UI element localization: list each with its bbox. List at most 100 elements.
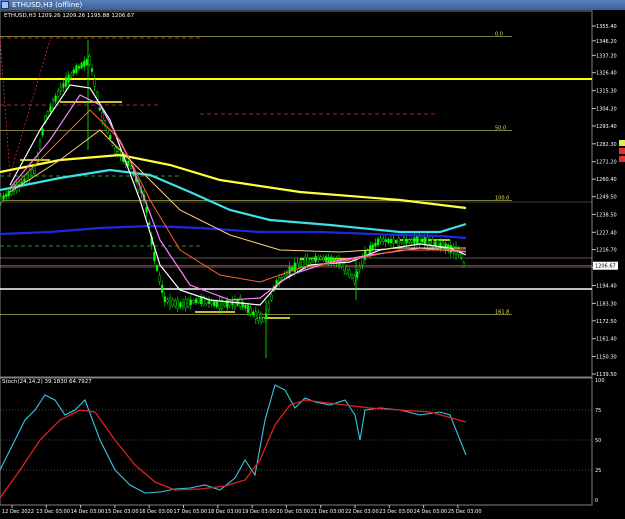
price-axis-label: 1161.40 bbox=[596, 337, 617, 343]
candle bbox=[46, 111, 49, 118]
candle bbox=[246, 305, 250, 313]
candle bbox=[49, 106, 52, 112]
candle bbox=[358, 266, 361, 270]
candle bbox=[210, 301, 213, 305]
candle bbox=[397, 237, 400, 247]
fib-level-label: 161.8 bbox=[495, 309, 509, 315]
candle bbox=[410, 239, 413, 243]
candle bbox=[54, 95, 57, 102]
candle bbox=[179, 302, 182, 308]
candle bbox=[197, 297, 200, 303]
candle bbox=[382, 238, 385, 242]
time-axis-label: 23 Dec 03:00 bbox=[379, 509, 413, 515]
candle bbox=[36, 156, 39, 160]
candle bbox=[215, 301, 218, 308]
indicator-panel-header: Stoch(24,14,2) 39.1830 64.7927 bbox=[2, 379, 92, 385]
candle bbox=[23, 178, 26, 183]
candle bbox=[306, 257, 309, 265]
chart-canvas[interactable]: 0.0 50.0 100.0 161.8 1355.40 1346.20 1337.20 1… bbox=[0, 0, 625, 519]
stoch-axis-label: 100 bbox=[595, 378, 605, 384]
candle bbox=[389, 239, 393, 244]
price-axis-label: 1337.20 bbox=[596, 53, 617, 59]
time-axis-label: 16 Dec 03:00 bbox=[139, 509, 173, 515]
candle bbox=[343, 263, 346, 271]
price-axis-label: 1346.20 bbox=[596, 39, 617, 45]
candle bbox=[163, 296, 166, 302]
candle bbox=[75, 65, 78, 73]
time-axis-label: 20 Dec 03:00 bbox=[276, 509, 310, 515]
candle bbox=[387, 238, 390, 243]
candle bbox=[374, 242, 377, 247]
candle bbox=[402, 236, 406, 247]
candle bbox=[83, 61, 86, 67]
candle bbox=[345, 266, 348, 274]
candle bbox=[168, 296, 172, 307]
candle bbox=[7, 190, 10, 197]
candle bbox=[259, 313, 263, 323]
price-axis-label: 1194.40 bbox=[596, 284, 617, 290]
candle bbox=[348, 269, 351, 278]
candle bbox=[85, 59, 88, 65]
candle bbox=[158, 275, 161, 282]
candle bbox=[57, 90, 60, 97]
candle bbox=[462, 262, 465, 267]
candle bbox=[64, 77, 68, 87]
candle bbox=[421, 238, 424, 243]
candle bbox=[207, 300, 211, 304]
candle bbox=[51, 99, 55, 109]
candle bbox=[262, 317, 265, 322]
candle bbox=[67, 74, 70, 83]
candle bbox=[145, 206, 148, 213]
candle bbox=[327, 256, 330, 263]
candle bbox=[0, 196, 3, 203]
candle bbox=[400, 240, 403, 244]
price-axis-label: 1249.50 bbox=[596, 195, 617, 201]
candle bbox=[176, 299, 179, 309]
candle bbox=[41, 128, 44, 136]
candle bbox=[181, 302, 185, 307]
candle bbox=[33, 166, 36, 175]
candle bbox=[363, 250, 367, 260]
candle bbox=[314, 256, 317, 263]
time-axis-label: 12 Dec 2022 bbox=[2, 509, 34, 515]
candle bbox=[153, 251, 156, 262]
candle bbox=[252, 311, 255, 316]
candle bbox=[296, 262, 299, 270]
time-axis-label: 24 Dec 03:00 bbox=[414, 509, 448, 515]
candle bbox=[166, 299, 169, 303]
candle bbox=[2, 195, 5, 200]
candle bbox=[301, 259, 304, 267]
candle bbox=[127, 160, 130, 166]
candle bbox=[72, 69, 75, 74]
time-axis-label: 15 Dec 03:00 bbox=[105, 509, 139, 515]
candle bbox=[59, 86, 62, 91]
candle bbox=[280, 276, 283, 280]
candle bbox=[418, 236, 421, 244]
candle bbox=[376, 238, 380, 246]
candle bbox=[93, 79, 96, 87]
price-axis-label: 1355.40 bbox=[596, 24, 617, 30]
candle bbox=[408, 239, 411, 243]
candle bbox=[77, 66, 81, 69]
candle bbox=[174, 300, 177, 307]
candle bbox=[288, 266, 291, 274]
candle bbox=[184, 299, 187, 308]
candle bbox=[155, 265, 159, 271]
stoch-axis-label: 0 bbox=[595, 498, 598, 504]
candle bbox=[423, 237, 426, 246]
candle bbox=[194, 298, 198, 304]
candle bbox=[70, 73, 73, 77]
time-axis-label: 14 Dec 03:00 bbox=[71, 509, 105, 515]
candle bbox=[129, 165, 133, 169]
candle bbox=[254, 311, 257, 320]
price-panel-header: ETHUSD,H3 1209.26 1209.26 1195.88 1206.6… bbox=[4, 13, 135, 19]
candle bbox=[384, 239, 387, 242]
candle bbox=[322, 257, 325, 261]
candle bbox=[441, 242, 445, 250]
candle bbox=[161, 284, 164, 293]
side-marker-yellow bbox=[619, 140, 625, 146]
candle bbox=[434, 241, 437, 246]
candle bbox=[31, 169, 34, 176]
candle bbox=[304, 257, 307, 267]
candle bbox=[350, 274, 354, 279]
